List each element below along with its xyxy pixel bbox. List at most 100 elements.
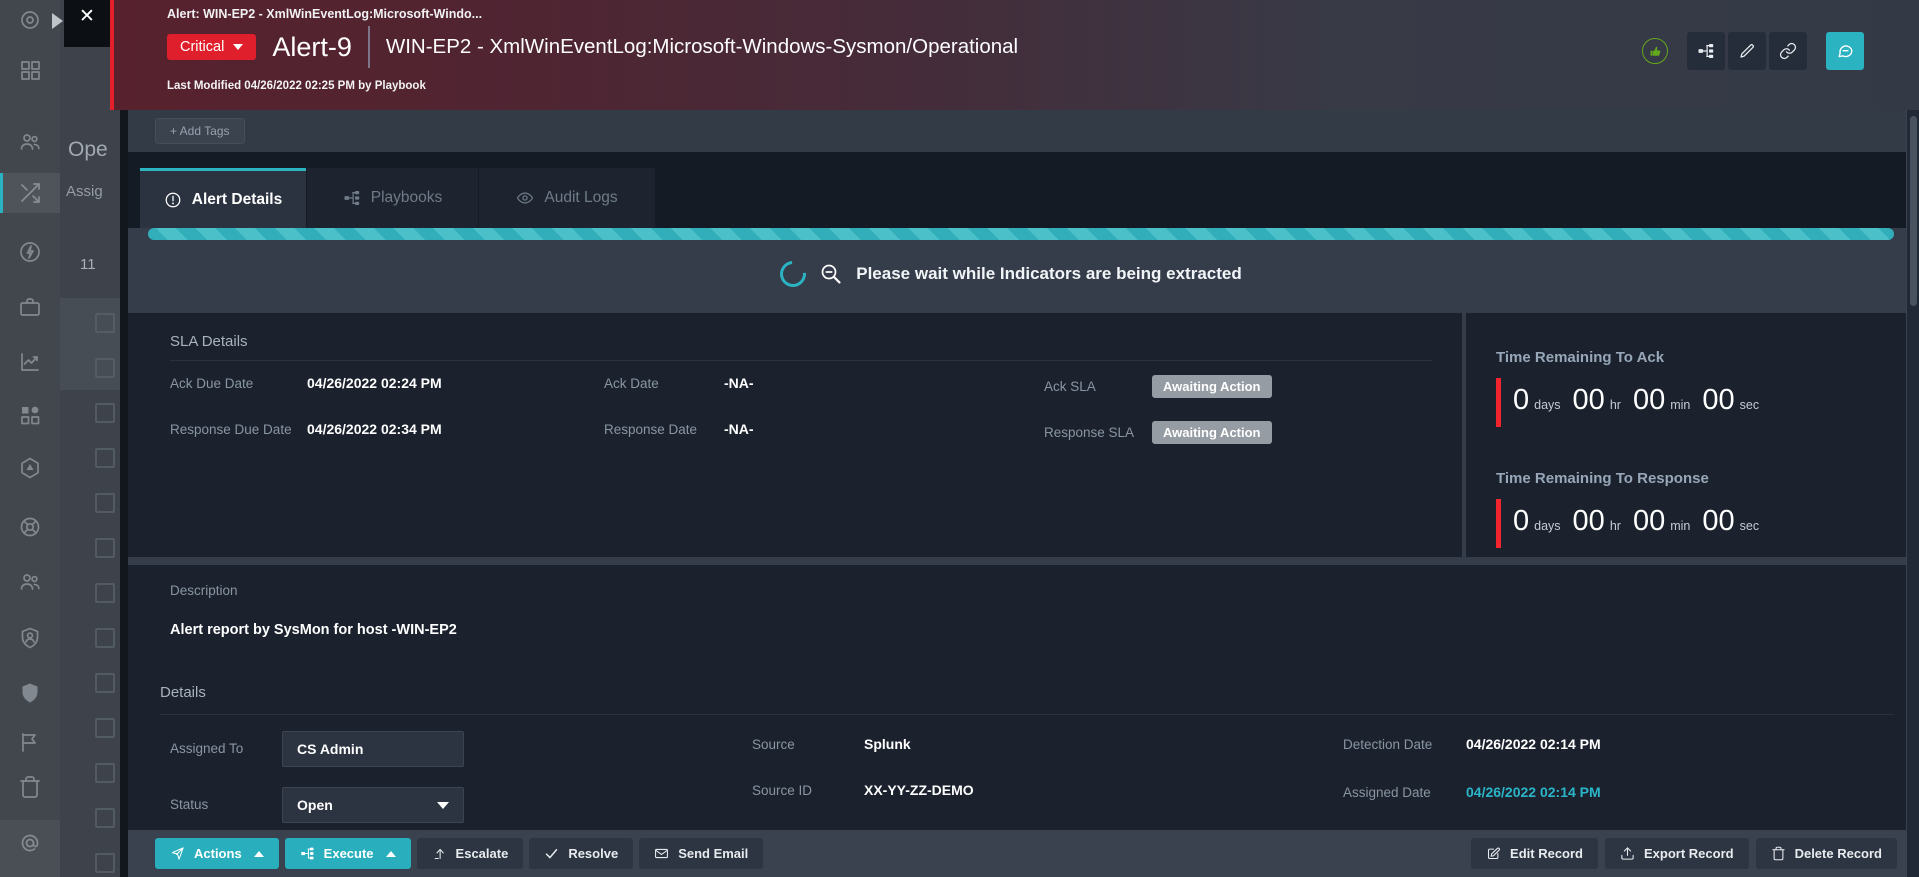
severity-badge[interactable]: Critical: [167, 34, 256, 60]
close-button[interactable]: ✕: [64, 0, 110, 47]
flag-icon[interactable]: [18, 730, 42, 754]
row-checkbox[interactable]: [95, 673, 115, 693]
tab-audit-logs[interactable]: Audit Logs: [479, 168, 655, 228]
edit-record-button[interactable]: Edit Record: [1471, 838, 1598, 869]
delete-record-button[interactable]: Delete Record: [1756, 838, 1897, 869]
ack-due-date-field: Ack Due Date 04/26/2022 02:24 PM: [170, 375, 442, 391]
assigned-to-field[interactable]: CS Admin: [282, 731, 464, 767]
source-id-label: Source ID: [752, 783, 812, 798]
time-remaining-ack-title: Time Remaining To Ack: [1496, 349, 1906, 366]
alert-id: Alert-9: [272, 32, 352, 63]
shuffle-icon[interactable]: [18, 181, 42, 205]
comments-button[interactable]: [1826, 32, 1864, 70]
status-select[interactable]: Open: [282, 787, 464, 823]
playbook-icon: [300, 846, 315, 861]
assigned-date-link[interactable]: 04/26/2022 02:14 PM: [1466, 784, 1601, 800]
dashboard-icon[interactable]: [18, 58, 42, 82]
send-email-button[interactable]: Send Email: [639, 838, 763, 869]
escalate-icon: [432, 846, 447, 861]
assigned-date-label: Assigned Date: [1343, 785, 1431, 800]
widgets-icon[interactable]: [18, 403, 42, 427]
scrollbar-thumb[interactable]: [1910, 116, 1917, 306]
scan-icon[interactable]: [18, 8, 42, 32]
tab-alert-details[interactable]: Alert Details: [140, 168, 306, 228]
caret-up-icon: [386, 851, 396, 857]
assigned-to-label: Assigned To: [170, 741, 243, 756]
app: Ope Assig 11 ✕ Alert: WIN-EP2 - XmlWinEv…: [0, 0, 1919, 877]
response-sla-field: Response SLA Awaiting Action: [1044, 421, 1272, 444]
status-badge: Awaiting Action: [1152, 421, 1272, 444]
tabs-row: Alert Details Playbooks Audit Logs: [128, 152, 1919, 228]
source-label: Source: [752, 737, 795, 752]
source-id-value: XX-YY-ZZ-DEMO: [864, 782, 974, 798]
execute-button[interactable]: Execute: [285, 838, 411, 869]
trash-icon: [1771, 846, 1786, 861]
time-remaining-response-counter: 0days 00hr 00min 00sec: [1496, 499, 1906, 548]
add-tags-button[interactable]: + Add Tags: [155, 118, 245, 144]
details-title: Details: [160, 684, 206, 701]
row-checkbox[interactable]: [95, 403, 115, 423]
row-checkbox[interactable]: [95, 583, 115, 603]
source-value: Splunk: [864, 736, 911, 752]
row-checkbox[interactable]: [95, 763, 115, 783]
actions-button[interactable]: Actions: [155, 838, 279, 869]
row-checkbox[interactable]: [95, 358, 115, 378]
ack-sla-field: Ack SLA Awaiting Action: [1044, 375, 1272, 398]
wheel-icon[interactable]: [18, 515, 42, 539]
row-checkbox[interactable]: [95, 493, 115, 513]
response-due-date-field: Response Due Date 04/26/2022 02:34 PM: [170, 421, 442, 437]
playbook-icon: [1697, 42, 1715, 60]
title-divider: [368, 26, 370, 68]
list-row-count: 11: [80, 256, 96, 273]
detection-date-label: Detection Date: [1343, 737, 1432, 752]
bolt-icon[interactable]: [18, 240, 42, 264]
edit-record-icon: [1486, 846, 1501, 861]
playbook-button[interactable]: [1687, 32, 1725, 70]
row-checkbox[interactable]: [95, 808, 115, 828]
sla-details-panel: SLA Details Ack Due Date 04/26/2022 02:2…: [128, 313, 1462, 557]
alert-breadcrumb: Alert: WIN-EP2 - XmlWinEventLog:Microsof…: [167, 7, 482, 21]
status-label: Status: [170, 797, 208, 812]
link-button[interactable]: [1769, 32, 1807, 70]
alert-details-content: Please wait while Indicators are being e…: [128, 228, 1906, 830]
escalate-button[interactable]: Escalate: [417, 838, 524, 869]
caret-up-icon: [254, 851, 264, 857]
chart-icon[interactable]: [18, 350, 42, 374]
export-record-button[interactable]: Export Record: [1605, 838, 1749, 869]
caret-down-icon: [233, 44, 243, 50]
response-date-field: Response Date -NA-: [604, 421, 754, 437]
team-icon[interactable]: [18, 570, 42, 594]
shield-icon[interactable]: [18, 681, 42, 705]
row-checkbox[interactable]: [95, 538, 115, 558]
approval-status-icon: [1642, 38, 1668, 64]
trash-rail-icon[interactable]: [18, 775, 42, 799]
edit-button[interactable]: [1728, 32, 1766, 70]
sidebar-rail: [0, 0, 60, 877]
at-icon[interactable]: [18, 831, 42, 855]
row-checkbox[interactable]: [95, 628, 115, 648]
indicator-extraction-banner: Please wait while Indicators are being e…: [128, 254, 1894, 294]
scrollbar-track[interactable]: [1906, 110, 1919, 877]
hexagon-icon[interactable]: [18, 456, 42, 480]
link-icon: [1779, 42, 1797, 60]
ack-date-field: Ack Date -NA-: [604, 375, 754, 391]
description-value: Alert report by SysMon for host -WIN-EP2: [170, 622, 457, 638]
close-icon: ✕: [79, 6, 95, 28]
row-checkbox[interactable]: [95, 718, 115, 738]
spinner: [775, 256, 812, 293]
time-remaining-response-title: Time Remaining To Response: [1496, 470, 1906, 487]
check-icon: [544, 846, 559, 861]
drawer-expand-icon[interactable]: [52, 13, 63, 29]
edit-icon: [1738, 42, 1756, 60]
records-list-panel: Ope Assig 11: [60, 0, 120, 877]
row-checkbox[interactable]: [95, 313, 115, 333]
briefcase-icon[interactable]: [18, 295, 42, 319]
shield-user-icon[interactable]: [18, 626, 42, 650]
resolve-button[interactable]: Resolve: [529, 838, 633, 869]
tab-playbooks[interactable]: Playbooks: [307, 168, 478, 228]
row-checkbox[interactable]: [95, 853, 115, 873]
alert-circle-icon: [164, 191, 182, 209]
alert-title: WIN-EP2 - XmlWinEventLog:Microsoft-Windo…: [386, 35, 1018, 59]
users-icon[interactable]: [18, 130, 42, 154]
row-checkbox[interactable]: [95, 448, 115, 468]
